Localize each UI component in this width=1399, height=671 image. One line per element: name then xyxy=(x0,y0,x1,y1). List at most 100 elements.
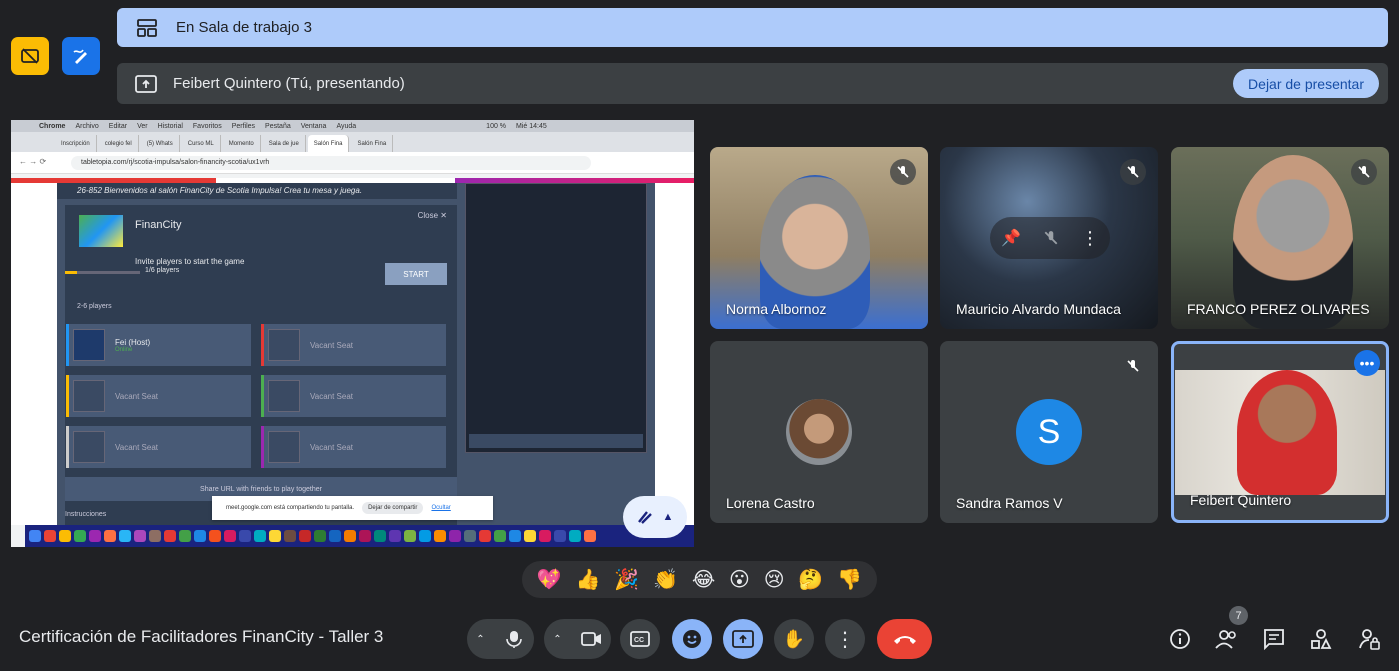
chat-panel xyxy=(465,183,647,453)
participant-tile[interactable]: Lorena Castro xyxy=(710,341,928,523)
mic-muted-badge xyxy=(1351,159,1377,185)
camera-control-group: ⌃ xyxy=(544,619,611,659)
participant-tile[interactable]: Norma Albornoz xyxy=(710,147,928,329)
game-page: 26-852 Bienvenidos al salón FinanCity de… xyxy=(11,183,694,525)
raise-hand-button[interactable]: ✋ xyxy=(774,619,814,659)
game-area: 26-852 Bienvenidos al salón FinanCity de… xyxy=(57,183,655,525)
more-options-button[interactable]: ⋮ xyxy=(825,619,865,659)
hide-link: Ocultar xyxy=(431,505,451,511)
people-count-badge: 7 xyxy=(1229,606,1248,625)
pin-icon[interactable]: 📌 xyxy=(1001,228,1021,248)
game-thumbnail xyxy=(79,215,123,247)
seat-vacant: Vacant Seat xyxy=(261,426,446,468)
mic-icon[interactable] xyxy=(494,630,534,648)
browser-tab: Inscripción xyxy=(55,135,97,152)
annotate-icon xyxy=(637,511,652,524)
menu-perfiles: Perfiles xyxy=(231,122,256,130)
reaction-thinking[interactable]: 🤔 xyxy=(798,567,823,592)
browser-tab: Momento xyxy=(223,135,261,152)
instructions-label: Instrucciones xyxy=(65,511,107,518)
browser-tab-active: Salón Fina xyxy=(307,135,350,152)
meeting-title: Certificación de Facilitadores FinanCity… xyxy=(19,627,384,646)
floating-annotation-control[interactable]: ▲ xyxy=(623,496,687,538)
browser-tab: colegio fel xyxy=(99,135,139,152)
participant-tile[interactable]: FRANCO PEREZ OLIVARES xyxy=(1171,147,1389,329)
participant-tile[interactable]: S Sandra Ramos V xyxy=(940,341,1158,523)
leave-call-button[interactable] xyxy=(877,619,932,659)
reaction-sparkling-heart[interactable]: 💖 xyxy=(537,567,562,592)
presenting-label: Feibert Quintero (Tú, presentando) xyxy=(173,75,405,92)
mic-off-icon[interactable] xyxy=(1043,230,1059,246)
menu-chrome: Chrome xyxy=(39,122,66,130)
captions-off-button[interactable] xyxy=(11,37,49,75)
mic-control-group: ⌃ xyxy=(467,619,534,659)
breakout-room-label: En Sala de trabajo 3 xyxy=(176,19,312,36)
seat-vacant: Vacant Seat xyxy=(261,375,446,417)
mic-muted-badge xyxy=(1120,353,1146,379)
chevron-up-icon[interactable]: ⌃ xyxy=(544,634,571,645)
browser-tab: (5) Whats xyxy=(141,135,180,152)
invite-text: Invite players to start the game xyxy=(135,257,245,266)
hand-icon: ✋ xyxy=(782,628,806,649)
start-button: START xyxy=(385,263,447,285)
lobby-panel: FinanCity Close ✕ Invite players to star… xyxy=(65,205,457,525)
menu-ventana: Ventana xyxy=(300,122,327,130)
participant-name: Sandra Ramos V xyxy=(956,495,1063,511)
menu-pestana: Pestaña xyxy=(265,122,291,130)
reaction-laughing[interactable]: 😂 xyxy=(692,567,715,592)
breakout-room-banner: En Sala de trabajo 3 xyxy=(117,8,1388,47)
info-icon xyxy=(1170,629,1190,649)
reaction-surprised[interactable]: 😮 xyxy=(729,567,750,592)
captions-button[interactable]: CC xyxy=(620,619,660,659)
mic-off-icon xyxy=(897,166,909,178)
reaction-sad[interactable]: 😢 xyxy=(764,567,785,592)
camera-icon[interactable] xyxy=(571,630,611,648)
browser-tabs: Inscripción colegio fel (5) Whats Curso … xyxy=(11,132,694,152)
mac-menubar: Chrome Archivo Editar Ver Historial Favo… xyxy=(11,120,694,132)
more-options-button[interactable]: ••• xyxy=(1354,350,1380,376)
reaction-thumbs-down[interactable]: 👎 xyxy=(837,567,862,592)
reaction-clapping[interactable]: 👏 xyxy=(653,567,678,592)
players-progress xyxy=(65,271,140,274)
present-screen-icon xyxy=(732,630,754,648)
meeting-details-button[interactable] xyxy=(1166,625,1194,653)
avatar: S xyxy=(1016,399,1082,465)
browser-tab: Salón Fina xyxy=(351,135,394,152)
players-range: 2-6 players xyxy=(77,303,112,310)
welcome-banner: 26-852 Bienvenidos al salón FinanCity de… xyxy=(57,183,457,199)
activities-icon xyxy=(1311,629,1332,649)
avatar xyxy=(786,399,852,465)
more-options-icon[interactable]: ⋮ xyxy=(1081,228,1099,249)
people-button[interactable] xyxy=(1213,625,1241,653)
chat-button[interactable] xyxy=(1260,625,1288,653)
close-link: Close ✕ xyxy=(417,211,447,220)
present-screen-button[interactable] xyxy=(723,619,763,659)
mic-off-icon xyxy=(1127,360,1139,372)
captions-icon: CC xyxy=(630,631,650,647)
presenting-banner: Feibert Quintero (Tú, presentando) Dejar… xyxy=(117,63,1388,104)
clock-text: Mié 14:45 xyxy=(516,122,547,130)
reactions-button[interactable] xyxy=(672,619,712,659)
participant-tile[interactable]: 📌 ⋮ Mauricio Alvardo Mundaca xyxy=(940,147,1158,329)
menu-archivo: Archivo xyxy=(75,122,99,130)
avatar-initial: S xyxy=(1037,412,1061,451)
screen-share-notice: meet.google.com está compartiendo tu pan… xyxy=(212,496,493,520)
reaction-party-popper[interactable]: 🎉 xyxy=(614,567,639,592)
more-horizontal-icon: ••• xyxy=(1359,355,1375,371)
seat-vacant: Vacant Seat xyxy=(261,324,446,366)
seat-vacant: Vacant Seat xyxy=(66,426,251,468)
browser-tab: Sala de jue xyxy=(263,135,306,152)
tile-hover-controls: 📌 ⋮ xyxy=(990,217,1110,259)
stop-presenting-button[interactable]: Dejar de presentar xyxy=(1233,69,1379,98)
participant-tile-self[interactable]: ••• Feibert Quintero xyxy=(1171,341,1389,523)
host-controls-button[interactable] xyxy=(1355,625,1383,653)
reaction-thumbs-up[interactable]: 👍 xyxy=(576,567,601,592)
seat-vacant: Vacant Seat xyxy=(66,375,251,417)
menu-ayuda: Ayuda xyxy=(336,122,357,130)
chat-icon xyxy=(1264,629,1284,650)
stop-sharing-link: Dejar de compartir xyxy=(362,502,424,514)
emoji-icon xyxy=(683,630,701,648)
whiteboard-button[interactable] xyxy=(62,37,100,75)
activities-button[interactable] xyxy=(1307,625,1335,653)
chevron-up-icon[interactable]: ⌃ xyxy=(467,634,494,645)
